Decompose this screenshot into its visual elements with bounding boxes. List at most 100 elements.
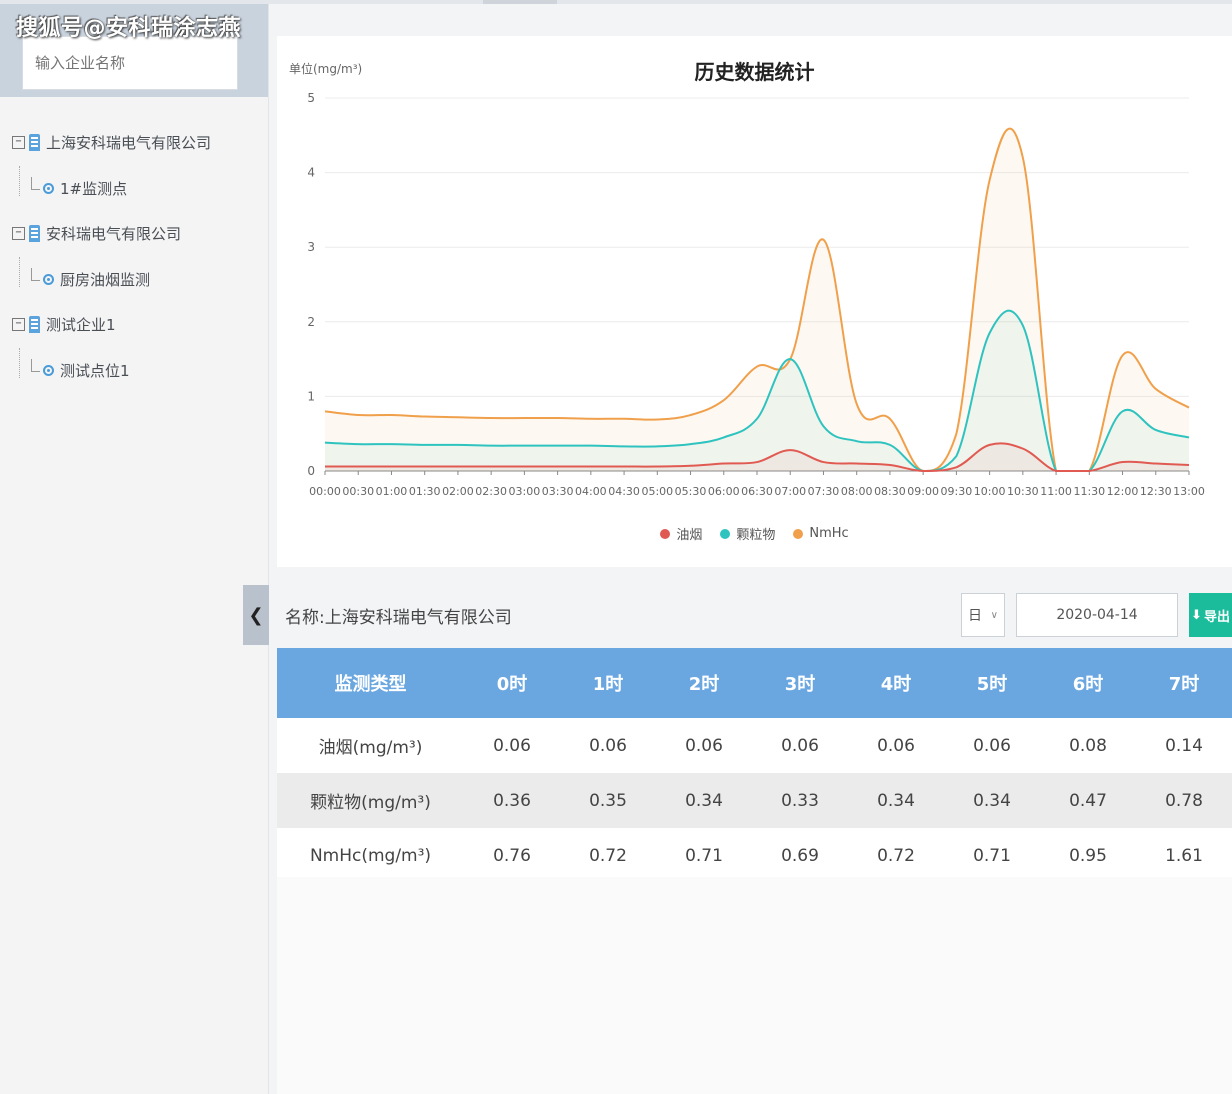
table-cell: 0.69 xyxy=(752,828,848,883)
table-cell: 0.47 xyxy=(1040,773,1136,828)
export-button[interactable]: ⬇ 导出 xyxy=(1189,593,1232,637)
history-chart: 0 1 2 3 4 5 00:00 00:30 01:00 01:30 02:00 02:30 03:0… xyxy=(307,91,1205,498)
table-cell: 0.06 xyxy=(464,718,560,773)
table-cell: 0.06 xyxy=(656,718,752,773)
tree-node-folder[interactable]: − 测试企业1 xyxy=(12,312,116,336)
chart-legend: 油烟 颗粒物 NmHc xyxy=(277,524,1232,543)
tree-node-leaf[interactable]: 测试点位1 xyxy=(31,358,130,382)
y-tick-label: 1 xyxy=(307,389,315,403)
x-tick-label: 04:30 xyxy=(608,485,640,498)
table-cell: 0.71 xyxy=(944,828,1040,883)
sidebar: − 上海安科瑞电气有限公司 1#监测点 − 安科瑞电气有限公司 厨房油烟监测 −… xyxy=(0,4,269,1094)
table-cell: 0.33 xyxy=(752,773,848,828)
table-cell: 0.14 xyxy=(1136,718,1232,773)
table-cell: 0.72 xyxy=(848,828,944,883)
legend-label: NmHc xyxy=(809,526,849,541)
tree-node-leaf[interactable]: 厨房油烟监测 xyxy=(31,267,150,291)
table-row: 颗粒物(mg/m³) 0.36 0.35 0.34 0.33 0.34 0.34… xyxy=(277,773,1232,828)
table-cell: 0.06 xyxy=(848,718,944,773)
date-input[interactable] xyxy=(1016,593,1178,637)
legend-marker-icon xyxy=(793,528,804,539)
table-cell: 0.34 xyxy=(848,773,944,828)
x-tick-label: 00:30 xyxy=(342,485,374,498)
tree-node-label: 安科瑞电气有限公司 xyxy=(46,224,182,243)
company-search-input[interactable] xyxy=(22,36,238,90)
table-header-row: 监测类型 0时 1时 2时 3时 4时 5时 6时 7时 xyxy=(277,648,1232,718)
chevron-left-icon: ❮ xyxy=(248,604,264,626)
y-tick-label: 2 xyxy=(307,315,315,329)
legend-label: 颗粒物 xyxy=(736,528,776,543)
table-cell: 0.36 xyxy=(464,773,560,828)
table-cell: 0.95 xyxy=(1040,828,1136,883)
collapse-toggle-icon[interactable]: − xyxy=(12,135,25,149)
x-tick-label: 03:30 xyxy=(542,485,574,498)
legend-item[interactable]: 颗粒物 xyxy=(720,524,775,543)
x-tick-label: 05:30 xyxy=(675,485,707,498)
period-select[interactable]: 日 ∨ xyxy=(961,593,1005,637)
x-tick-label: 02:00 xyxy=(442,485,474,498)
table-cell: 0.34 xyxy=(944,773,1040,828)
legend-item[interactable]: NmHc xyxy=(793,524,849,543)
table-cell: 颗粒物(mg/m³) xyxy=(277,773,464,828)
y-tick-label: 5 xyxy=(307,91,315,105)
tree-node-label: 上海安科瑞电气有限公司 xyxy=(46,133,212,152)
column-header: 0时 xyxy=(464,648,560,718)
tree-node-leaf[interactable]: 1#监测点 xyxy=(31,176,127,200)
x-tick-label: 01:00 xyxy=(376,485,408,498)
monitor-point-icon xyxy=(43,364,54,376)
table-toolbar: 名称:上海安科瑞电气有限公司 日 ∨ ⬇ 导出 xyxy=(277,585,1232,643)
column-header: 4时 xyxy=(848,648,944,718)
column-header: 3时 xyxy=(752,648,848,718)
x-tick-label: 11:00 xyxy=(1040,485,1072,498)
top-tab-marker xyxy=(483,0,557,4)
table-cell: 0.06 xyxy=(752,718,848,773)
x-tick-label: 06:30 xyxy=(741,485,773,498)
tree-node-label: 测试点位1 xyxy=(60,361,130,380)
table-cell: 0.71 xyxy=(656,828,752,883)
legend-label: 油烟 xyxy=(676,528,703,543)
tree-node-label: 测试企业1 xyxy=(46,315,116,334)
tree-guide-line xyxy=(19,348,20,378)
table-cell: 0.72 xyxy=(560,828,656,883)
tree-node-folder[interactable]: − 上海安科瑞电气有限公司 xyxy=(12,130,211,154)
table-row: 油烟(mg/m³) 0.06 0.06 0.06 0.06 0.06 0.06 … xyxy=(277,718,1232,773)
x-tick-label: 07:00 xyxy=(774,485,806,498)
table-cell: 0.06 xyxy=(560,718,656,773)
x-tick-label: 10:30 xyxy=(1007,485,1039,498)
x-tick-label: 13:00 xyxy=(1173,485,1205,498)
x-tick-label: 10:00 xyxy=(974,485,1006,498)
x-tick-label: 03:00 xyxy=(509,485,541,498)
watermark: 搜狐号@安科瑞涂志燕 xyxy=(16,16,242,41)
column-header: 5时 xyxy=(944,648,1040,718)
building-icon xyxy=(29,315,40,333)
legend-item[interactable]: 油烟 xyxy=(660,524,702,543)
table-cell: 0.35 xyxy=(560,773,656,828)
x-tick-label: 11:30 xyxy=(1073,485,1105,498)
chart-panel: 单位(mg/m³) 历史数据统计 0 1 2 3 4 5 00:00 00:30 01:00 01… xyxy=(277,36,1232,567)
x-tick-label: 06:00 xyxy=(708,485,740,498)
x-tick-label: 07:30 xyxy=(808,485,840,498)
tree-guide-line xyxy=(19,257,20,287)
y-tick-label: 3 xyxy=(307,240,315,254)
tree-node-folder[interactable]: − 安科瑞电气有限公司 xyxy=(12,221,181,245)
table-cell: 0.76 xyxy=(464,828,560,883)
x-tick-label: 09:00 xyxy=(907,485,939,498)
legend-marker-icon xyxy=(660,528,671,539)
column-header: 6时 xyxy=(1040,648,1136,718)
collapse-toggle-icon[interactable]: − xyxy=(12,317,25,331)
table-empty-area xyxy=(277,877,1232,1094)
monitor-point-icon xyxy=(43,182,54,194)
x-tick-label: 12:30 xyxy=(1140,485,1172,498)
x-tick-label: 04:00 xyxy=(575,485,607,498)
column-header: 1时 xyxy=(560,648,656,718)
chevron-down-icon: ∨ xyxy=(990,609,998,621)
column-header: 2时 xyxy=(656,648,752,718)
download-icon: ⬇ xyxy=(1191,607,1202,623)
x-tick-label: 08:30 xyxy=(874,485,906,498)
tree-connector xyxy=(31,358,40,372)
tree-connector xyxy=(31,267,40,281)
sidebar-collapse-button[interactable]: ❮ xyxy=(243,585,269,645)
hourly-data-table: 监测类型 0时 1时 2时 3时 4时 5时 6时 7时 油烟(mg/m³) 0… xyxy=(277,648,1232,883)
x-tick-label: 00:00 xyxy=(309,485,341,498)
collapse-toggle-icon[interactable]: − xyxy=(12,226,25,240)
